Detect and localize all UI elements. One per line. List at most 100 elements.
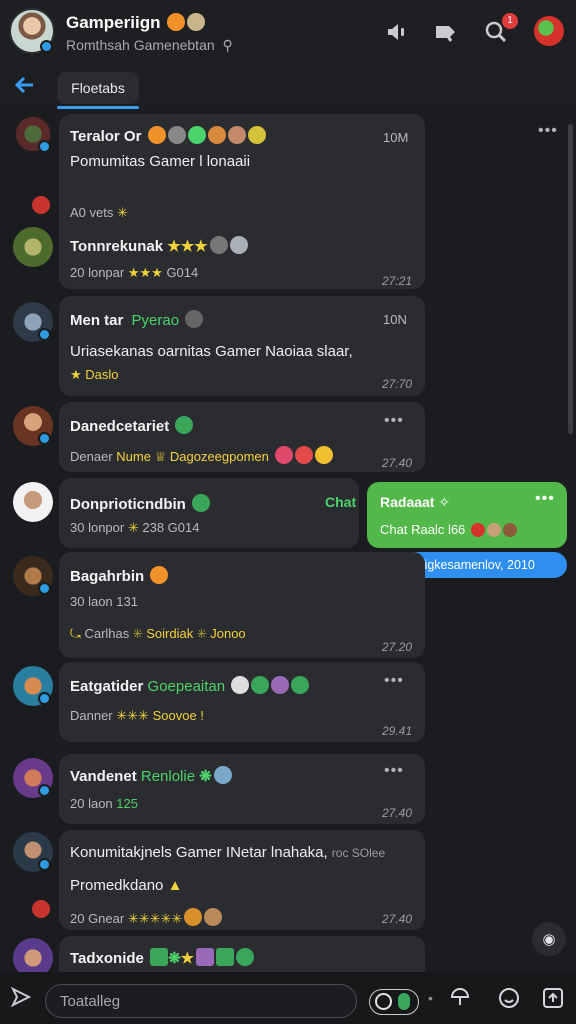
post-timestamp: 27:21 (382, 274, 413, 288)
star-icon: ✳ (196, 626, 207, 641)
post-card[interactable]: Men tar Pyerao 10N Uriasekanas oarnitas … (59, 296, 425, 396)
emoji-icon (291, 676, 310, 694)
post-card[interactable]: Bagahrbin 30 laon 131 ⤿ Carlhas ✳ Soirdi… (59, 552, 425, 658)
avatar[interactable] (13, 227, 53, 267)
post-author-text: Teralor Or (70, 128, 142, 145)
app-header: Gamperiign Romthsah Gamenebtan ⚲ 1 (0, 0, 576, 66)
upload-icon[interactable] (541, 986, 565, 1016)
post-author: Donprioticndbin (70, 494, 210, 513)
post-author-text: Vandenet (70, 768, 137, 785)
post-author: Tadxonide ❋★ (70, 948, 255, 967)
message-composer: • (0, 972, 576, 1024)
search-icon[interactable]: ⚲ (223, 37, 233, 53)
emoji-icon (184, 908, 203, 926)
post-line-highlight: Jonoo (210, 626, 246, 641)
emoji-icon (207, 126, 226, 144)
post-line-highlight: Soirdiak (146, 626, 194, 641)
emoji-icon (227, 126, 246, 144)
more-options-icon[interactable]: ••• (535, 490, 555, 508)
post-timestamp: 27.40 (382, 456, 413, 470)
emoji-icon (236, 948, 255, 966)
message-feed[interactable]: Teralor Or 10M Pomumitas Gamer l lonaaii… (0, 110, 576, 972)
star-rating-icon: ★★★ (167, 238, 208, 255)
star-icon: ★ (180, 950, 195, 967)
post-card[interactable]: Donprioticndbin 30 lonpor ✳ 238 G014 Cha… (59, 478, 359, 548)
post-meta: 30 laon 131 (70, 594, 138, 609)
back-arrow-icon[interactable] (14, 74, 36, 102)
online-status-icon (38, 784, 51, 797)
emoji-icon (294, 446, 313, 464)
post-meta-text: Danner (70, 708, 113, 723)
post-card[interactable]: Tadxonide ❋★ (59, 936, 425, 972)
online-status-icon (38, 692, 51, 705)
post-meta-text: 20 laon (70, 796, 113, 811)
post-author-tail: roc SOlee (331, 846, 386, 860)
page-subtitle: Romthsah Gamenebtan ⚲ (66, 37, 233, 54)
emoji-icon (486, 523, 501, 537)
post-meta-text: 30 lonpor (70, 520, 125, 535)
post-card[interactable]: Eatgatider Goepeaitan ••• Danner ✳✳✳ Soo… (59, 662, 425, 742)
notification-badge: 1 (502, 13, 518, 29)
more-options-icon[interactable]: ••• (538, 122, 558, 140)
sticker-icon (398, 993, 410, 1010)
chat-link[interactable]: Chat (325, 494, 356, 510)
emoji-icon (251, 676, 270, 694)
post-text-content: Promedkdano (70, 877, 164, 894)
more-options-icon[interactable]: ••• (384, 672, 404, 690)
star-icon: ✳ (127, 520, 139, 535)
mute-icon[interactable] (382, 18, 410, 46)
chat-bubble-title-text: Radaaat (380, 494, 435, 510)
emoji-picker-icon[interactable] (497, 986, 521, 1016)
more-options-icon[interactable]: ••• (384, 412, 404, 430)
scrollbar[interactable] (568, 124, 573, 434)
mushroom-icon[interactable] (449, 986, 471, 1014)
emoji-icon (167, 126, 186, 144)
post-card[interactable]: Danedcetariet ••• Denaer Nume ♕ Dagozeeg… (59, 402, 425, 472)
emoji-icon (209, 236, 228, 254)
more-options-icon[interactable]: ••• (384, 762, 404, 780)
post-meta-extra: G014 (166, 265, 199, 280)
post-timestamp: 27.20 (382, 640, 413, 654)
message-input[interactable] (45, 984, 357, 1018)
post-card[interactable]: Konumitakjnels Gamer INetar lnahaka, roc… (59, 830, 425, 930)
post-author: Danedcetariet (70, 416, 194, 435)
emoji-icon (247, 126, 266, 144)
post-text: Pomumitas Gamer l lonaaii (70, 153, 251, 170)
post-meta: 20 laon 125 (70, 796, 138, 811)
emoji-icon (213, 766, 232, 784)
post-author-text: Konumitakjnels Gamer INetar lnahaka, (70, 844, 328, 861)
post-author: Vandenet Renlolie ❋ (70, 766, 232, 785)
emoji-icon (187, 13, 206, 31)
post-time: 10N (383, 312, 407, 327)
trophy-icon: ♕ (154, 449, 167, 464)
chat-bubble-title: Radaaat ✧ (380, 494, 450, 511)
emoji-icon (187, 126, 206, 144)
star-icon: ★ (70, 367, 82, 382)
post-meta-extra: 238 G014 (142, 520, 200, 535)
tab-active-indicator (57, 106, 139, 109)
emoji-icon (185, 310, 204, 328)
post-author-text: Danedcetariet (70, 418, 170, 435)
fire-badge-icon (30, 194, 52, 216)
sticker-toggle[interactable] (369, 989, 419, 1015)
clover-icon: ❋ (168, 950, 181, 967)
post-card[interactable]: Vandenet Renlolie ❋ ••• 20 laon 125 27.4… (59, 754, 425, 824)
emoji-icon (470, 523, 485, 537)
avatar[interactable] (13, 482, 53, 522)
post-text: Promedkdano ▲ (70, 877, 182, 894)
online-status-icon (38, 432, 51, 445)
emoji-icon (204, 908, 223, 926)
lock-icon[interactable]: ◉ (532, 922, 566, 956)
post-author: Men tar Pyerao (70, 310, 204, 329)
send-icon[interactable] (10, 986, 32, 1014)
post-timestamp: 27:70 (382, 377, 413, 391)
tab-active[interactable]: Floetabs (57, 72, 139, 104)
chat-bubble[interactable]: Radaaat ✧ ••• Chat Raalc l66 (367, 482, 567, 548)
reply-icon[interactable] (432, 18, 460, 46)
app-logo-icon[interactable] (534, 16, 564, 46)
emoji-icon (271, 676, 290, 694)
post-meta: ★ Daslo (70, 367, 119, 383)
post-meta-text: 20 Gnear (70, 911, 125, 926)
post-card[interactable]: Teralor Or 10M Pomumitas Gamer l lonaaii… (59, 114, 425, 289)
avatar[interactable] (13, 938, 53, 972)
